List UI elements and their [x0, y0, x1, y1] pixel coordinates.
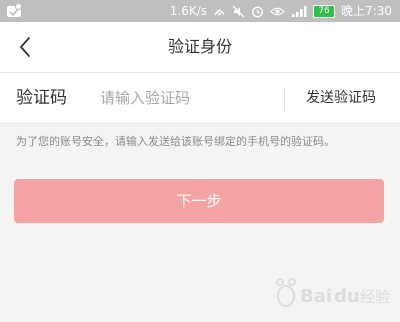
back-button[interactable] — [10, 32, 40, 62]
next-step-button[interactable]: 下一步 — [14, 179, 384, 223]
nfc-icon — [214, 9, 225, 15]
eye-icon — [270, 7, 285, 15]
status-time: 晚上7:30 — [341, 4, 392, 18]
chevron-left-icon — [20, 37, 30, 57]
verification-code-row: 验证码 发送验证码 — [0, 73, 400, 124]
baidu-jingyan-watermark: Bai du 经验 — [276, 278, 390, 307]
svg-text:du: du — [334, 286, 360, 307]
signal-icon — [292, 5, 307, 17]
row-divider — [284, 87, 285, 111]
send-code-button[interactable]: 发送验证码 — [286, 73, 396, 123]
svg-text:Bai: Bai — [300, 286, 332, 307]
nav-bar: 验证身份 — [0, 22, 400, 73]
app-notification-icon — [7, 3, 22, 17]
page-title: 验证身份 — [167, 37, 232, 56]
verification-code-input[interactable] — [100, 83, 270, 113]
status-right: 1.6K/s 76 晚上7:30 — [170, 0, 392, 22]
verification-code-label: 验证码 — [16, 88, 67, 108]
battery-icon: 76 — [313, 4, 336, 18]
mute-icon — [232, 5, 245, 17]
alarm-icon — [252, 6, 263, 17]
security-hint: 为了您的账号安全，请输入发送给该账号绑定的手机号的验证码。 — [16, 135, 335, 148]
status-bar: 1.6K/s 76 晚上7:30 — [0, 0, 400, 22]
network-speed: 1.6K/s — [169, 4, 208, 18]
svg-text:经验: 经验 — [360, 288, 390, 306]
